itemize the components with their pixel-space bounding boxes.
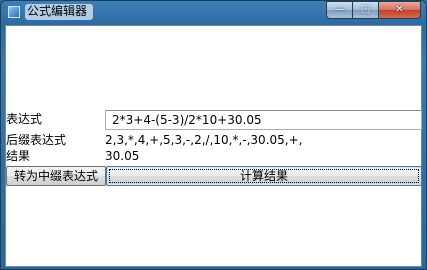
postfix-value: 2,3,*,4,+,5,3,-,2,/,10,*,-,30.05,+, (105, 133, 303, 147)
to-infix-button[interactable]: 转为中缀表达式 (6, 166, 106, 186)
app-icon (8, 6, 20, 18)
client-area: 表达式 后缀表达式 2,3,*,4,+,5,3,-,2,/,10,*,-,30.… (5, 25, 422, 267)
expression-label: 表达式 (6, 112, 43, 126)
expression-input[interactable] (105, 110, 422, 130)
maximize-icon: □ (360, 4, 371, 15)
caption-buttons: — □ ✕ (326, 1, 421, 19)
calculate-button-label: 计算结果 (239, 169, 288, 183)
calculate-button[interactable]: 计算结果 (106, 166, 422, 186)
title-bar[interactable]: 公式编辑器 — □ ✕ (1, 1, 426, 25)
result-label: 结果 (6, 149, 31, 163)
close-button[interactable]: ✕ (378, 1, 421, 19)
close-icon: ✕ (395, 4, 404, 15)
result-value: 30.05 (105, 149, 140, 163)
maximize-button[interactable]: □ (352, 1, 378, 19)
window-title: 公式编辑器 (25, 4, 94, 20)
minimize-icon: — (334, 4, 345, 15)
app-window: 公式编辑器 — □ ✕ 表达式 后缀表达式 2,3,*,4,+,5,3,-,2,… (0, 0, 427, 270)
postfix-label: 后缀表达式 (6, 133, 67, 147)
minimize-button[interactable]: — (326, 1, 352, 19)
